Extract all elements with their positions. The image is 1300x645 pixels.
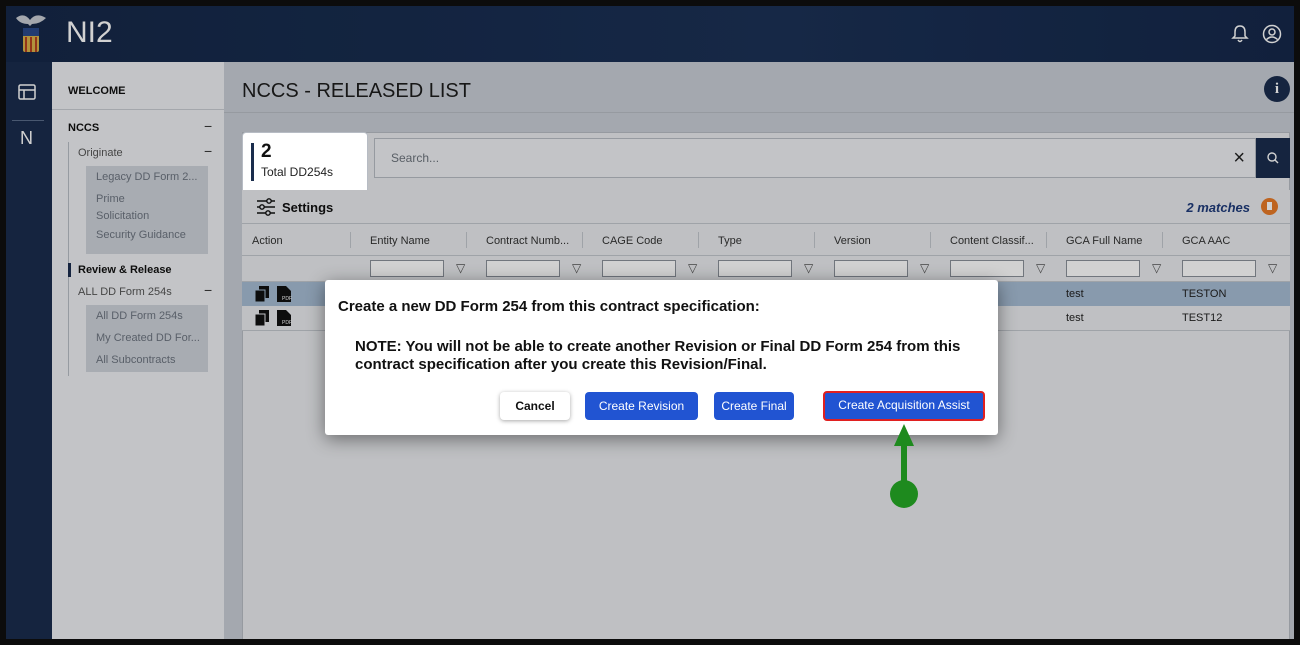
cancel-button[interactable]: Cancel xyxy=(500,392,570,420)
total-count-tab[interactable]: 2 Total DD254s xyxy=(242,132,368,190)
pointer-arrow-icon xyxy=(890,424,918,508)
dialog-note: NOTE: You will not be able to create ano… xyxy=(355,338,961,373)
count-accent-bar xyxy=(251,143,254,181)
dialog-heading: Create a new DD Form 254 from this contr… xyxy=(338,298,760,315)
create-revision-button[interactable]: Create Revision xyxy=(585,392,698,420)
create-acquisition-assist-button[interactable]: Create Acquisition Assist xyxy=(823,391,985,421)
app-frame: NI2 N WELCOME NCCS − Originate − Legacy … xyxy=(0,0,1300,645)
create-dd254-dialog: Create a new DD Form 254 from this contr… xyxy=(325,280,998,435)
total-count: 2 xyxy=(261,141,272,162)
create-final-button[interactable]: Create Final xyxy=(714,392,794,420)
total-count-label: Total DD254s xyxy=(261,165,334,179)
